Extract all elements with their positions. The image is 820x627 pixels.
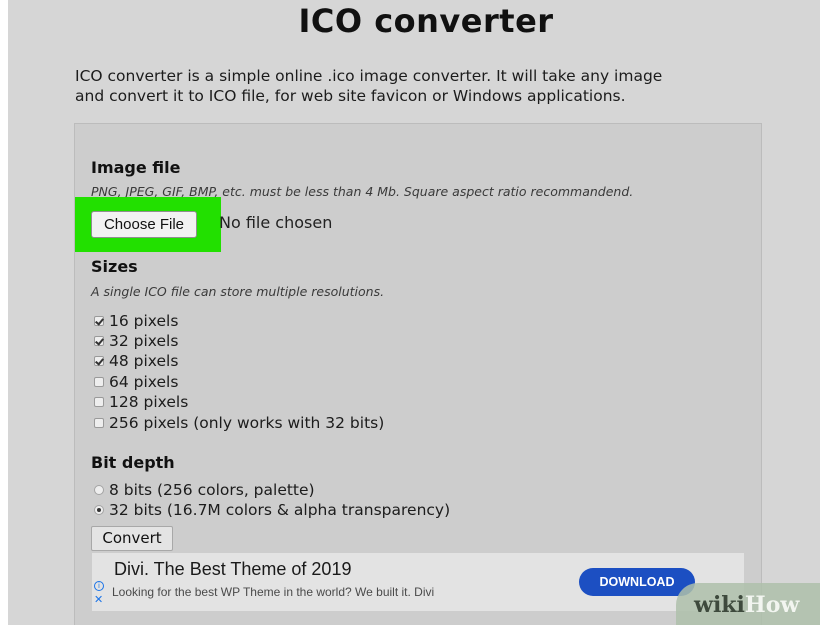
size-option[interactable]: 128 pixels bbox=[94, 392, 188, 412]
watermark-wiki: wiki bbox=[694, 592, 745, 618]
close-icon[interactable]: ✕ bbox=[94, 594, 103, 605]
bit-depth-option[interactable]: 8 bits (256 colors, palette) bbox=[94, 480, 315, 500]
size-checkbox[interactable] bbox=[94, 316, 104, 326]
bit-depth-option[interactable]: 32 bits (16.7M colors & alpha transparen… bbox=[94, 500, 450, 520]
ad-download-button[interactable]: DOWNLOAD bbox=[579, 568, 695, 596]
intro-line-2: and convert it to ICO file, for web site… bbox=[75, 87, 626, 105]
page-background: ICO converter ICO converter is a simple … bbox=[8, 0, 820, 625]
wikihow-watermark: wikiHow bbox=[676, 583, 820, 625]
size-label: 256 pixels (only works with 32 bits) bbox=[109, 414, 385, 432]
size-option[interactable]: 256 pixels (only works with 32 bits) bbox=[94, 413, 384, 433]
sizes-hint: A single ICO file can store multiple res… bbox=[91, 284, 385, 299]
size-checkbox[interactable] bbox=[94, 356, 104, 366]
bit-depth-heading: Bit depth bbox=[91, 453, 175, 472]
image-file-heading: Image file bbox=[91, 158, 181, 177]
size-checkbox[interactable] bbox=[94, 336, 104, 346]
size-option[interactable]: 64 pixels bbox=[94, 372, 178, 392]
size-checkbox[interactable] bbox=[94, 397, 104, 407]
convert-button[interactable]: Convert bbox=[91, 526, 173, 551]
choose-file-button[interactable]: Choose File bbox=[91, 211, 197, 238]
ad-text: Looking for the best WP Theme in the wor… bbox=[112, 585, 435, 599]
ad-title[interactable]: Divi. The Best Theme of 2019 bbox=[114, 559, 351, 580]
bit-depth-radio[interactable] bbox=[94, 505, 104, 515]
file-status-text: No file chosen bbox=[219, 213, 333, 232]
size-label: 64 pixels bbox=[109, 373, 179, 391]
size-label: 48 pixels bbox=[109, 352, 179, 370]
sizes-heading: Sizes bbox=[91, 257, 138, 276]
size-checkbox[interactable] bbox=[94, 377, 104, 387]
size-label: 32 pixels bbox=[109, 332, 179, 350]
size-label: 16 pixels bbox=[109, 312, 179, 330]
size-option[interactable]: 32 pixels bbox=[94, 331, 178, 351]
bit-depth-radio[interactable] bbox=[94, 485, 104, 495]
page-title: ICO converter bbox=[298, 2, 554, 40]
intro-line-1: ICO converter is a simple online .ico im… bbox=[75, 67, 663, 85]
size-option[interactable]: 48 pixels bbox=[94, 351, 178, 371]
size-checkbox[interactable] bbox=[94, 418, 104, 428]
watermark-how: How bbox=[744, 592, 800, 618]
bit-depth-label: 8 bits (256 colors, palette) bbox=[109, 481, 315, 499]
size-option[interactable]: 16 pixels bbox=[94, 311, 178, 331]
size-label: 128 pixels bbox=[109, 393, 189, 411]
intro-text: ICO converter is a simple online .ico im… bbox=[75, 66, 755, 106]
bit-depth-label: 32 bits (16.7M colors & alpha transparen… bbox=[109, 501, 451, 519]
info-icon[interactable]: i bbox=[94, 581, 104, 591]
ad-banner[interactable]: Divi. The Best Theme of 2019 i ✕ Looking… bbox=[92, 553, 744, 611]
